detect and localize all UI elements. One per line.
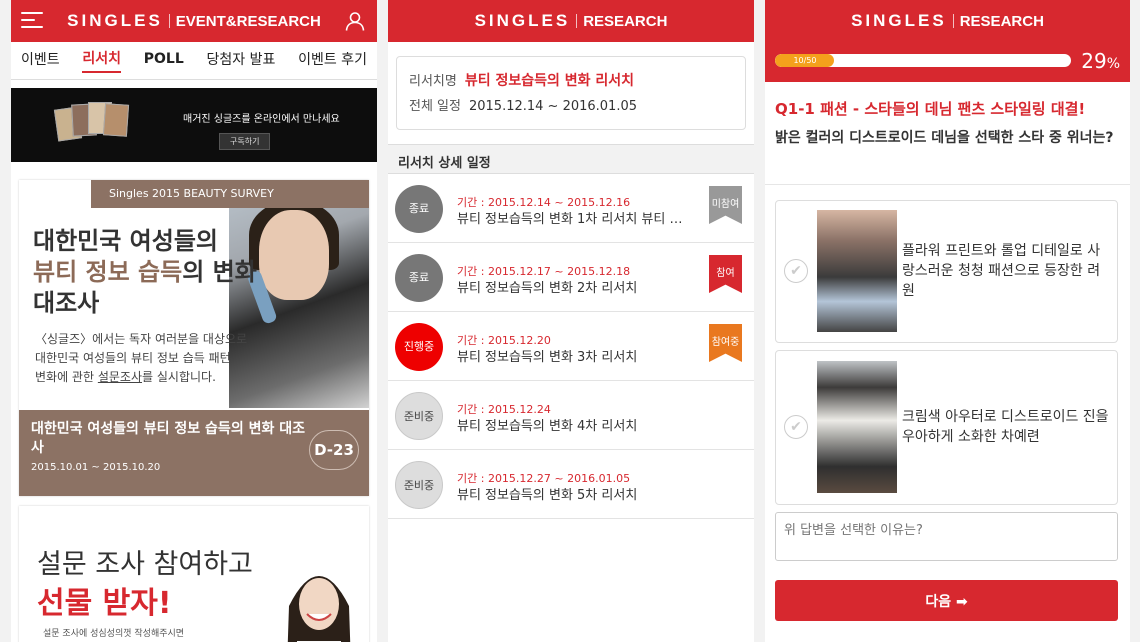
participation-ribbon: 미참여 bbox=[709, 186, 742, 224]
status-badge: 진행중 bbox=[395, 323, 443, 371]
research-period-value: 2015.12.14 ~ 2016.01.05 bbox=[468, 99, 638, 114]
gift-headline: 설문 조사 참여하고 bbox=[37, 549, 253, 580]
beauty-survey-card[interactable]: Singles 2015 BEAUTY SURVEY 대한민국 여성들의 뷰티 … bbox=[19, 180, 369, 496]
survey-description: 〈싱글즈〉에서는 독자 여러분을 대상으로 대한민국 여성들의 뷰티 정보 습득… bbox=[35, 332, 248, 384]
answer-option[interactable]: ✔ 플라워 프린트와 롤업 디테일로 사랑스러운 청청 패션으로 등장한 려원 bbox=[775, 200, 1118, 343]
banner-text: 매거진 싱글즈를 온라인에서 만나세요 bbox=[183, 114, 340, 125]
row-title: 뷰티 정보습득의 변화 3차 리서치 bbox=[457, 350, 638, 365]
event-research-screen: SINGLES EVENT&RESEARCH 이벤트 리서치 POLL 당첨자 … bbox=[11, 0, 377, 642]
singles-logo[interactable]: SINGLES bbox=[67, 11, 163, 31]
status-badge: 준비중 bbox=[395, 392, 443, 440]
participation-ribbon: 참여중 bbox=[709, 324, 742, 362]
schedule-row[interactable]: 준비중 기간 : 2015.12.27 ~ 2016.01.05 뷰티 정보습득… bbox=[388, 450, 754, 519]
participation-ribbon: 참여 bbox=[709, 255, 742, 293]
research-info-box: 리서치명 뷰티 정보습득의 변화 리서치 전체 일정 2015.12.14 ~ 20… bbox=[396, 56, 746, 130]
singles-logo[interactable]: SINGLES bbox=[475, 11, 571, 31]
tab-winners[interactable]: 당첨자 발표 bbox=[207, 49, 276, 72]
tab-bar: 이벤트 리서치 POLL 당첨자 발표 이벤트 후기 bbox=[11, 42, 377, 80]
question-text: 밝은 컬러의 디스트로이드 데님을 선택한 스타 중 위너는? bbox=[775, 130, 1114, 146]
divider bbox=[765, 184, 1130, 185]
dday-badge: D-23 bbox=[309, 430, 359, 470]
research-name-label: 리서치명 bbox=[409, 74, 457, 89]
gift-caption: 설문 조사에 성심성의껏 작성해주시면 bbox=[43, 629, 185, 639]
singles-logo[interactable]: SINGLES bbox=[851, 11, 947, 31]
row-title: 뷰티 정보습득의 변화 5차 리서치 bbox=[457, 488, 638, 503]
progress-percent: 29% bbox=[1081, 49, 1120, 73]
subscribe-banner[interactable]: 매거진 싱글즈를 온라인에서 만나세요 구독하기 bbox=[11, 88, 377, 162]
header-divider bbox=[576, 14, 578, 28]
survey-question-screen: SINGLES RESEARCH 10/50 29% Q1-1 패션 - 스타들… bbox=[765, 0, 1130, 642]
survey-title: 대한민국 여성들의 뷰티 정보 습득의 변화 대조사 bbox=[31, 421, 305, 456]
schedule-row[interactable]: 준비중 기간 : 2015.12.24 뷰티 정보습득의 변화 4차 리서치 bbox=[388, 381, 754, 450]
app-header: SINGLES RESEARCH bbox=[765, 0, 1130, 42]
schedule-row[interactable]: 진행중 기간 : 2015.12.20 뷰티 정보습득의 변화 3차 리서치 참… bbox=[388, 312, 754, 381]
progress-section: 10/50 29% bbox=[765, 42, 1130, 82]
status-badge: 종료 bbox=[395, 254, 443, 302]
check-icon[interactable]: ✔ bbox=[784, 415, 808, 439]
check-icon[interactable]: ✔ bbox=[784, 259, 808, 283]
gift-survey-card[interactable]: 설문 조사 참여하고 선물 받자! 설문 조사에 성심성의껏 작성해주시면 bbox=[19, 506, 369, 642]
status-badge: 준비중 bbox=[395, 461, 443, 509]
row-title: 뷰티 정보습득의 변화 1차 리서치 뷰티 정보습득의 변화 bbox=[457, 212, 689, 227]
research-name-value: 뷰티 정보습득의 변화 리서치 bbox=[464, 73, 635, 89]
option-photo bbox=[817, 210, 897, 332]
app-header: SINGLES EVENT&RESEARCH bbox=[11, 0, 377, 42]
section-title: RESEARCH bbox=[959, 12, 1044, 30]
survey-footer: 대한민국 여성들의 뷰티 정보 습득의 변화 대조사 2015.10.01 ~ … bbox=[19, 410, 369, 496]
survey-headline: 대한민국 여성들의 뷰티 정보 습득의 변화 대조사 bbox=[33, 227, 257, 317]
research-period-label: 전체 일정 bbox=[409, 99, 461, 114]
option-text: 플라워 프린트와 롤업 디테일로 사랑스러운 청청 패션으로 등장한 려원 bbox=[902, 243, 1101, 299]
schedule-heading: 리서치 상세 일정 bbox=[388, 144, 754, 174]
reason-input[interactable] bbox=[775, 512, 1118, 561]
tab-poll[interactable]: POLL bbox=[144, 51, 184, 70]
section-title: EVENT&RESEARCH bbox=[175, 12, 321, 30]
answer-option[interactable]: ✔ 크림색 아우터로 디스트로이드 진을 우아하게 소화한 차예련 bbox=[775, 350, 1118, 505]
magazine-covers-image bbox=[53, 100, 130, 156]
header-divider bbox=[952, 14, 954, 28]
status-badge: 종료 bbox=[395, 185, 443, 233]
option-photo bbox=[817, 361, 897, 493]
schedule-row[interactable]: 종료 기간 : 2015.12.14 ~ 2015.12.16 뷰티 정보습득의… bbox=[388, 174, 754, 243]
tab-research[interactable]: 리서치 bbox=[82, 48, 122, 73]
user-icon[interactable] bbox=[345, 11, 365, 31]
survey-period: 2015.10.01 ~ 2015.10.20 bbox=[31, 462, 161, 473]
schedule-row[interactable]: 종료 기간 : 2015.12.17 ~ 2015.12.18 뷰티 정보습득의… bbox=[388, 243, 754, 312]
hamburger-menu-icon[interactable] bbox=[21, 12, 43, 30]
tab-reviews[interactable]: 이벤트 후기 bbox=[298, 49, 367, 72]
survey-tag: Singles 2015 BEAUTY SURVEY bbox=[91, 180, 369, 208]
row-title: 뷰티 정보습득의 변화 4차 리서치 bbox=[457, 419, 638, 434]
header-divider bbox=[168, 14, 170, 28]
woman-photo bbox=[287, 576, 351, 642]
row-title: 뷰티 정보습득의 변화 2차 리서치 bbox=[457, 281, 638, 296]
tab-event[interactable]: 이벤트 bbox=[21, 49, 60, 72]
section-title: RESEARCH bbox=[583, 12, 668, 30]
progress-count: 10/50 bbox=[793, 56, 817, 65]
gift-subheadline: 선물 받자! bbox=[37, 586, 172, 621]
next-button[interactable]: 다음 ➡ bbox=[775, 580, 1118, 621]
app-header: SINGLES RESEARCH bbox=[388, 0, 754, 42]
research-detail-screen: SINGLES RESEARCH 리서치명 뷰티 정보습득의 변화 리서치 전체 … bbox=[388, 0, 754, 642]
question-title: Q1-1 패션 - 스타들의 데님 팬츠 스타일링 대결! bbox=[775, 100, 1086, 118]
option-text: 크림색 아우터로 디스트로이드 진을 우아하게 소화한 차예련 bbox=[902, 409, 1109, 445]
subscribe-button[interactable]: 구독하기 bbox=[219, 133, 271, 150]
